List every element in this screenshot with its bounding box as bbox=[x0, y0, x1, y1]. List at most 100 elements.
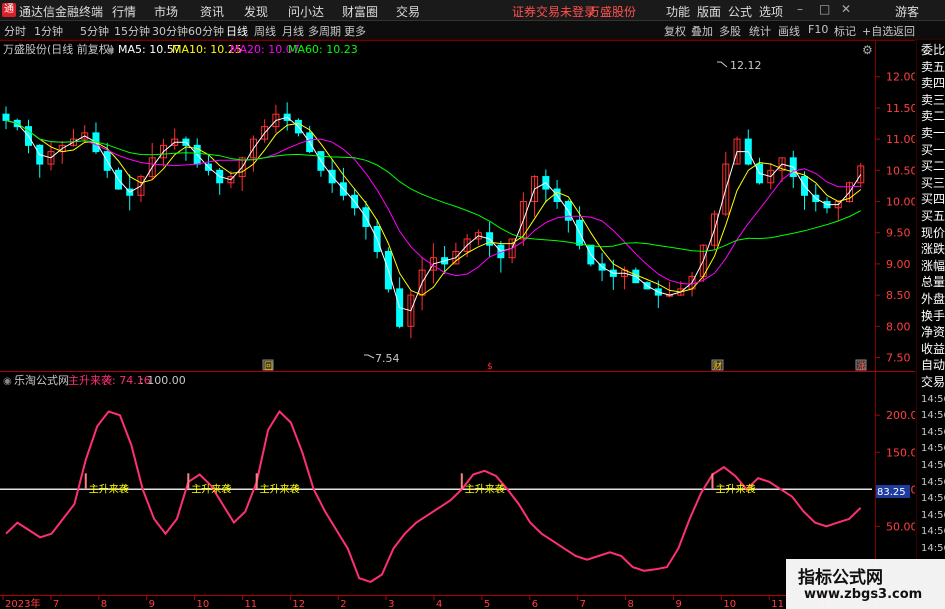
menu-hangqing[interactable]: 行情 bbox=[112, 3, 136, 20]
event-marker-cai[interactable]: 财 bbox=[713, 360, 722, 372]
x-tick-label: 11 bbox=[244, 599, 257, 609]
quote-panel-item: 14:56 bbox=[921, 509, 945, 521]
menu-banmian[interactable]: 版面 bbox=[697, 3, 721, 20]
app-logo-icon: 通 bbox=[2, 3, 16, 17]
period-fenshi[interactable]: 分时 bbox=[4, 23, 26, 39]
menu-caifuquan[interactable]: 财富圈 bbox=[342, 3, 378, 20]
menu-jiaoyi[interactable]: 交易 bbox=[396, 3, 420, 20]
quote-panel-item: 现价 bbox=[921, 225, 945, 240]
x-tick-label: 8 bbox=[628, 599, 634, 609]
menu-wenxiaoda[interactable]: 问小达 bbox=[288, 3, 324, 20]
event-marker-dollar[interactable]: $ bbox=[487, 362, 493, 372]
quote-panel-item: 委比 bbox=[921, 43, 945, 57]
app-name: 通达信金融终端 bbox=[19, 5, 104, 19]
sub-indicator-name: 主升来袭: 74.16 bbox=[68, 373, 151, 387]
menu-gongshi[interactable]: 公式 bbox=[728, 3, 752, 20]
watermark-url: www.zbgs3.com bbox=[804, 587, 923, 602]
trading-terminal-window: 通 通达信金融终端 行情 市场 资讯 发现 问小达 财富圈 交易 证券交易未登录… bbox=[0, 0, 945, 609]
quote-panel-item: 涨跌 bbox=[921, 242, 945, 257]
minimize-button[interactable]: – bbox=[797, 2, 803, 16]
sub-current-value-label: 83.25 bbox=[877, 487, 906, 498]
period-weekly[interactable]: 周线 bbox=[254, 23, 276, 39]
quote-panel: 委比 卖五 卖四 卖三 卖二 卖一 买一 买二 买三 买四 买五 现价 涨跌 涨幅 总量 外盘 换手 净资 收益 自动… bbox=[916, 40, 945, 609]
high-price-label: 12.12 bbox=[730, 59, 762, 72]
x-tick-label: 7 bbox=[580, 599, 586, 609]
y-tick-label: 10.50 bbox=[886, 164, 915, 177]
watermark-title: 指标公式网 bbox=[798, 568, 883, 588]
event-marker-hui[interactable]: 回 bbox=[264, 361, 273, 372]
quote-panel-item: 换手 bbox=[921, 308, 945, 323]
x-tick-label: 12 bbox=[292, 599, 305, 609]
x-tick-label: 11 bbox=[771, 599, 784, 609]
tool-fuquan[interactable]: 复权 bbox=[664, 23, 686, 39]
signal-label: 主升来袭 bbox=[89, 483, 129, 495]
period-5min[interactable]: 5分钟 bbox=[80, 23, 109, 39]
chart-area[interactable]: 万盛股份(日线 前复权) ◉ MA5: 10.57 MA10: 10.25 MA… bbox=[0, 40, 915, 609]
sub-chart-title: 乐淘公式网 bbox=[14, 374, 69, 387]
quote-panel-item: 买四 bbox=[921, 192, 945, 207]
quote-panel-item: 外盘 bbox=[921, 292, 945, 306]
quote-panel-item: 卖一 bbox=[921, 126, 945, 140]
menu-zixun[interactable]: 资讯 bbox=[200, 3, 224, 20]
x-tick-label: 2 bbox=[340, 599, 346, 609]
y-tick-label: 12.00 bbox=[886, 71, 915, 84]
x-tick-label: 8 bbox=[101, 599, 107, 609]
period-monthly[interactable]: 月线 bbox=[282, 23, 304, 39]
event-markers: 回 $ 财 涨 bbox=[262, 359, 867, 372]
quote-panel-item: 14:56 bbox=[921, 460, 945, 471]
quote-panel-item: 买一 bbox=[921, 142, 945, 157]
signal-label: 主升来袭 bbox=[715, 483, 755, 495]
maximize-button[interactable]: □ bbox=[819, 2, 830, 16]
quote-panel-item: 涨幅 bbox=[921, 258, 945, 273]
guest-label[interactable]: 游客 bbox=[895, 3, 919, 20]
tool-f10[interactable]: F10 bbox=[808, 23, 828, 36]
tool-biaoji[interactable]: 标记 bbox=[834, 23, 856, 39]
x-tick-label: 10 bbox=[723, 599, 736, 609]
period-30min[interactable]: 30分钟 bbox=[152, 23, 188, 39]
x-tick-label: 3 bbox=[388, 599, 394, 609]
quote-panel-item: 14:56 bbox=[921, 476, 945, 488]
menu-faxian[interactable]: 发现 bbox=[244, 3, 268, 20]
period-15min[interactable]: 15分钟 bbox=[114, 23, 150, 39]
watermark: 指标公式网 www.zbgs3.com bbox=[786, 559, 945, 609]
main-chart-header: 万盛股份(日线 前复权) ◉ MA5: 10.57 MA10: 10.25 MA… bbox=[3, 42, 873, 57]
chart-frame bbox=[0, 40, 915, 609]
event-marker-zhang[interactable]: 涨 bbox=[857, 361, 866, 372]
main-chart-title: 万盛股份(日线 前复权) bbox=[3, 42, 114, 56]
sub-indicator-toggle-icon[interactable]: ◉ bbox=[3, 376, 12, 387]
tool-tongji[interactable]: 统计 bbox=[749, 23, 771, 39]
quote-panel-item: 买二 bbox=[921, 159, 945, 174]
menu-gongneng[interactable]: 功能 bbox=[666, 3, 690, 20]
y-tick-label: 9.00 bbox=[886, 258, 911, 271]
price-annotations: 12.12 7.54 bbox=[364, 59, 762, 365]
tool-add-watchlist[interactable]: +自选 bbox=[862, 23, 893, 39]
period-60min[interactable]: 60分钟 bbox=[188, 23, 224, 39]
x-tick-label: 9 bbox=[149, 599, 155, 609]
period-multi[interactable]: 多周期 bbox=[308, 23, 341, 39]
login-status[interactable]: 证券交易未登录 bbox=[512, 3, 596, 20]
quote-panel-item: 自动 bbox=[921, 358, 945, 373]
x-tick-label: 7 bbox=[53, 599, 59, 609]
close-button[interactable]: ✕ bbox=[841, 2, 851, 16]
quote-panel-item: 交易 bbox=[921, 375, 945, 389]
period-1min[interactable]: 1分钟 bbox=[34, 23, 63, 39]
tool-back[interactable]: 返回 bbox=[893, 23, 915, 39]
menu-shichang[interactable]: 市场 bbox=[154, 3, 178, 20]
quote-panel-item: 净资 bbox=[921, 325, 945, 340]
tool-duogu[interactable]: 多股 bbox=[719, 23, 741, 39]
quote-panel-item: 14:56 bbox=[921, 493, 945, 505]
menu-xuanxiang[interactable]: 选项 bbox=[759, 3, 783, 20]
period-daily[interactable]: 日线 bbox=[226, 23, 248, 39]
period-more[interactable]: 更多 bbox=[344, 23, 366, 39]
indicator-series bbox=[0, 409, 872, 583]
settings-gear-icon[interactable]: ⚙ bbox=[862, 43, 873, 57]
quote-panel-item: 14:56 bbox=[921, 443, 945, 455]
quote-panel-item: 收益 bbox=[921, 341, 945, 356]
quote-panel-item: 卖三 bbox=[921, 92, 945, 107]
tool-huaxian[interactable]: 画线 bbox=[778, 23, 800, 39]
sub-y-tick-label: 50.00 bbox=[886, 520, 915, 533]
y-tick-label: 8.50 bbox=[886, 289, 911, 302]
indicator-toggle-icon[interactable]: ◉ bbox=[106, 45, 115, 56]
tool-diejia[interactable]: 叠加 bbox=[691, 23, 713, 39]
quote-panel-item: 卖二 bbox=[921, 109, 945, 124]
